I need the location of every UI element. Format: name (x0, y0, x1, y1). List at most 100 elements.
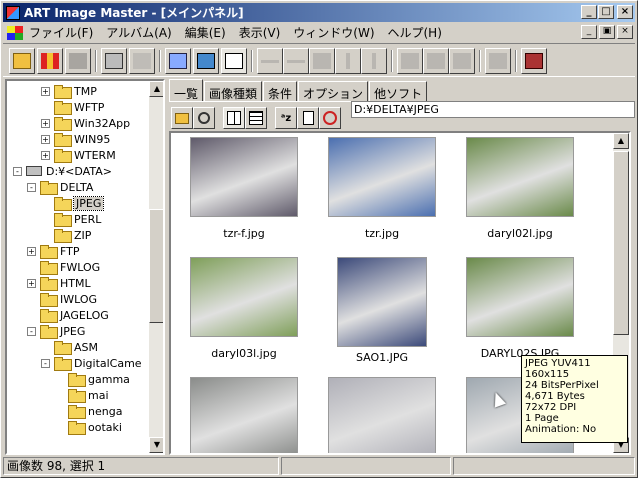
tab-image-type[interactable]: 画像種類 (204, 81, 263, 101)
tree-item[interactable]: JPEG (41, 195, 105, 211)
thumbnail-item[interactable]: daryl03l.jpg (175, 257, 313, 360)
tree-item[interactable]: JAGELOG (27, 307, 109, 323)
scroll-thumb[interactable] (613, 151, 629, 335)
tree-scrollbar[interactable]: ▲ ▼ (149, 81, 163, 453)
tree-item[interactable]: ZIP (41, 227, 91, 243)
folder-view-button[interactable] (171, 107, 193, 129)
path-field[interactable]: D:¥DELTA¥JPEG (351, 101, 635, 118)
thumbnail-item[interactable]: tzr.jpg (313, 137, 451, 240)
tab-options[interactable]: オプション (298, 81, 369, 101)
enlarge-button[interactable] (335, 48, 361, 74)
shrink-button[interactable] (257, 48, 283, 74)
collapse-icon[interactable]: - (41, 358, 50, 368)
tree-item[interactable]: gamma (55, 371, 130, 387)
shrink-all-button[interactable] (283, 48, 309, 74)
tree-item-label: DELTA (60, 180, 94, 194)
tree-item-label: HTML (60, 276, 91, 290)
tab-other-software[interactable]: 他ソフト (369, 81, 428, 101)
properties-button[interactable] (129, 48, 155, 74)
document-icon[interactable] (7, 25, 23, 40)
tree-item[interactable]: + Win32App (41, 115, 130, 131)
file-info-button[interactable] (297, 107, 319, 129)
thumbnail-item[interactable]: tzr-f.jpg (175, 137, 313, 240)
large-icons-button[interactable] (223, 107, 245, 129)
expand-icon[interactable]: + (27, 278, 36, 288)
forward-button[interactable] (449, 48, 475, 74)
details-button[interactable] (245, 107, 267, 129)
tree-item[interactable]: + FTP (27, 243, 80, 259)
sort-button[interactable]: ᵃz (275, 107, 297, 129)
tree-item[interactable]: - JPEG (27, 323, 85, 339)
thumbnail-image (328, 377, 436, 453)
open-folder-button[interactable] (9, 48, 35, 74)
expand-icon[interactable]: + (27, 246, 36, 256)
tree-item[interactable]: PERL (41, 211, 101, 227)
tree-item[interactable]: + TMP (41, 83, 97, 99)
menu-edit[interactable]: 編集(E) (185, 24, 226, 41)
expand-icon[interactable]: + (41, 150, 50, 160)
tree-item[interactable]: + HTML (27, 275, 91, 291)
collapse-icon[interactable]: - (13, 166, 22, 176)
tab-list[interactable]: 一覧 (169, 79, 204, 101)
mdi-restore-button[interactable]: ▣ (599, 25, 615, 39)
menu-album[interactable]: アルバム(A) (106, 24, 171, 41)
tree-item[interactable]: mai (55, 387, 109, 403)
menu-file[interactable]: ファイル(F) (29, 24, 93, 41)
scroll-up-icon[interactable]: ▲ (149, 81, 163, 97)
album-button[interactable] (37, 48, 63, 74)
help-button[interactable] (521, 48, 547, 74)
tree-item[interactable]: - DELTA (27, 179, 93, 195)
tree-item[interactable]: ootaki (55, 419, 122, 435)
swap-button[interactable] (423, 48, 449, 74)
scroll-down-icon[interactable]: ▼ (149, 437, 163, 453)
scroll-thumb[interactable] (149, 209, 163, 323)
thumbnail-item[interactable] (175, 377, 313, 453)
scroll-up-icon[interactable]: ▲ (613, 133, 629, 149)
thumbnail-item[interactable]: SAO1.JPG (313, 257, 451, 364)
thumbnail-item[interactable]: DARYL02S.JPG (451, 257, 589, 360)
expand-icon[interactable]: + (41, 86, 50, 96)
back-button[interactable] (397, 48, 423, 74)
enlarge-all-button[interactable] (361, 48, 387, 74)
collapse-icon[interactable]: - (27, 326, 36, 336)
tree-item[interactable]: - DigitalCame (41, 355, 142, 371)
copy-button[interactable] (485, 48, 511, 74)
collapse-icon[interactable]: - (27, 182, 36, 192)
tab-conditions[interactable]: 条件 (263, 81, 298, 101)
tree-item-label: FWLOG (60, 260, 101, 274)
tree-item[interactable]: - D:¥<DATA> (13, 163, 112, 179)
folder-icon (40, 293, 58, 307)
tree-item[interactable]: FWLOG (27, 259, 100, 275)
folder-tree[interactable]: + TMP WFTP + Win32App + WIN95 + WTERM - D:¥<DATA> -… (5, 79, 165, 455)
expand-icon[interactable]: + (41, 118, 50, 128)
minimize-button[interactable]: _ (581, 5, 597, 19)
search-button[interactable] (193, 107, 215, 129)
thumbnail-item[interactable]: daryl02l.jpg (451, 137, 589, 240)
menu-window[interactable]: ウィンドウ(W) (293, 24, 374, 41)
close-button[interactable]: × (617, 5, 633, 19)
save-button[interactable] (65, 48, 91, 74)
mdi-close-button[interactable]: × (617, 25, 633, 39)
tooltip-bytes: 4,671 Bytes (525, 391, 585, 402)
tree-item[interactable]: + WTERM (41, 147, 116, 163)
stamp-button[interactable] (309, 48, 335, 74)
thumbnail-view-button[interactable] (221, 48, 247, 74)
title-bar[interactable]: ART Image Master - [メインパネル] _ □ × (3, 3, 635, 22)
menu-view[interactable]: 表示(V) (239, 24, 281, 41)
tree-item[interactable]: IWLOG (27, 291, 97, 307)
maximize-button[interactable]: □ (598, 5, 614, 19)
tree-item-label: JAGELOG (60, 308, 109, 322)
expand-icon[interactable]: + (41, 134, 50, 144)
menu-help[interactable]: ヘルプ(H) (388, 24, 442, 41)
refresh-button[interactable] (319, 107, 341, 129)
viewer-button[interactable] (193, 48, 219, 74)
mdi-minimize-button[interactable]: _ (581, 25, 597, 39)
tree-item[interactable]: + WIN95 (41, 131, 110, 147)
tree-item[interactable]: ASM (41, 339, 98, 355)
thumbnail-item[interactable] (313, 377, 451, 453)
tree-item[interactable]: WFTP (41, 99, 104, 115)
tree-item[interactable]: nenga (55, 403, 122, 419)
print-button[interactable] (101, 48, 127, 74)
slideshow-button[interactable] (165, 48, 191, 74)
folder-icon (68, 373, 86, 387)
